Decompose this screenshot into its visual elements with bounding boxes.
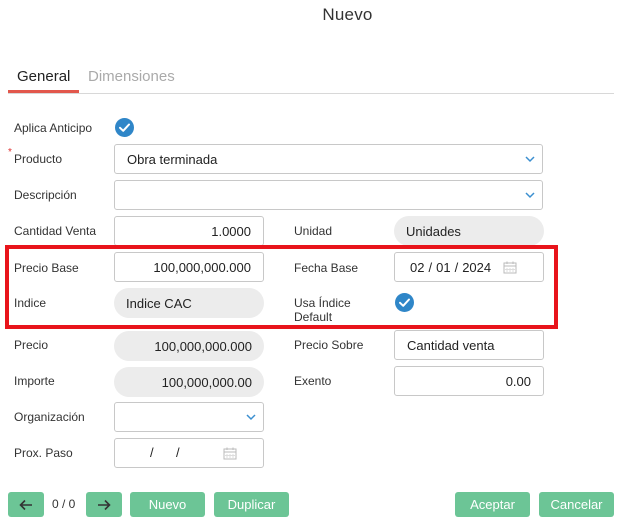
calendar-icon[interactable] [223,447,237,460]
cantidad-venta-value: 1.0000 [211,223,251,239]
fecha-base-year: 2024 [462,259,492,275]
cantidad-venta-label: Cantidad Venta [14,224,97,238]
fecha-base-input[interactable]: 02 / 01 / 2024 [394,252,544,282]
fecha-base-day: 01 [436,259,451,275]
chevron-down-icon [525,156,535,163]
unidad-value: Unidades [406,223,461,239]
producto-label: Producto [14,152,63,166]
date-separator: / [454,259,459,275]
date-separator: / [176,445,180,460]
indice-value: Indice CAC [126,295,192,311]
nuevo-button[interactable]: Nuevo [130,492,205,517]
precio-label: Precio [14,338,49,352]
tab-general[interactable]: General [8,68,79,93]
unidad-readonly: Unidades [394,216,544,246]
aplica-anticipo-label: Aplica Anticipo [14,121,93,135]
descripcion-select[interactable] [114,180,543,210]
precio-readonly: 100,000,000.000 [114,331,264,361]
indice-label: Indice [14,296,47,310]
precio-sobre-label: Precio Sobre [294,338,364,352]
usa-indice-default-checkbox[interactable] [395,293,414,312]
exento-value: 0.00 [505,373,531,389]
prox-paso-input[interactable]: / / [114,438,264,468]
record-counter: 0 / 0 [52,497,76,511]
cancelar-button[interactable]: Cancelar [539,492,614,517]
indice-readonly: Indice CAC [114,288,264,318]
tab-bar: General Dimensiones [8,68,614,94]
duplicar-button[interactable]: Duplicar [214,492,289,517]
importe-label: Importe [14,374,55,388]
producto-value: Obra terminada [127,151,218,167]
importe-readonly: 100,000,000.00 [114,367,264,397]
importe-value: 100,000,000.00 [161,374,252,390]
organizacion-select[interactable] [114,402,264,432]
producto-select[interactable]: Obra terminada [114,144,543,174]
precio-base-value: 100,000,000.000 [153,259,251,275]
tab-dimensiones[interactable]: Dimensiones [88,68,175,85]
aplica-anticipo-checkbox[interactable] [115,118,134,137]
usa-indice-default-label-line2: Default [294,310,333,324]
fecha-base-date: 02 / 01 / 2024 [410,260,491,275]
aceptar-button[interactable]: Aceptar [455,492,530,517]
unidad-label: Unidad [294,224,333,238]
usa-indice-default-label: Usa Índice Default [294,296,351,324]
checkmark-icon [119,123,130,132]
arrow-right-icon [98,499,111,510]
window-title: Nuevo [322,5,373,24]
required-marker: * [8,147,12,158]
descripcion-label: Descripción [14,188,77,202]
chevron-down-icon [246,414,256,421]
precio-sobre-input[interactable]: Cantidad venta [394,330,544,360]
date-separator: / [428,259,433,275]
precio-base-label: Precio Base [14,261,79,275]
cantidad-venta-input[interactable]: 1.0000 [114,216,264,246]
next-record-button[interactable] [86,492,122,517]
chevron-down-icon [525,192,535,199]
prox-paso-label: Prox. Paso [14,446,73,460]
checkmark-icon [399,298,410,307]
date-separator: / [150,445,154,460]
fecha-base-label: Fecha Base [294,261,359,275]
precio-base-input[interactable]: 100,000,000.000 [114,252,264,282]
precio-sobre-value: Cantidad venta [407,337,495,353]
exento-label: Exento [294,374,332,388]
precio-value: 100,000,000.000 [154,338,252,354]
calendar-icon[interactable] [503,261,517,274]
organizacion-label: Organización [14,410,85,424]
prev-record-button[interactable] [8,492,44,517]
fecha-base-month: 02 [410,259,425,275]
exento-input[interactable]: 0.00 [394,366,544,396]
usa-indice-default-label-line1: Usa Índice [294,296,351,310]
arrow-left-icon [19,499,32,510]
